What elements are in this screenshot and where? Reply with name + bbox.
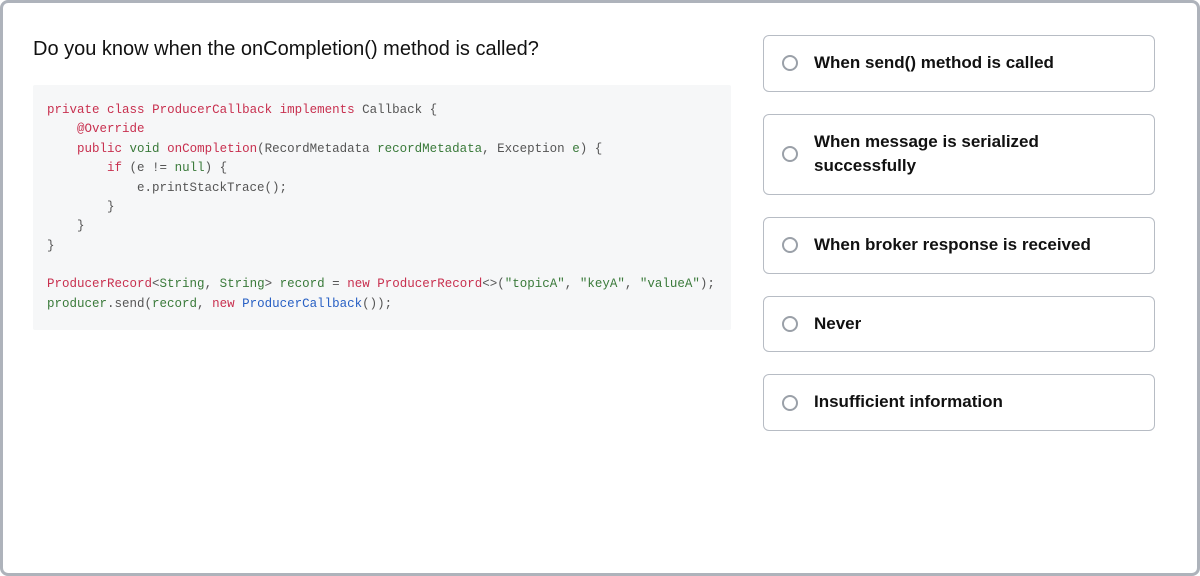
radio-icon <box>782 316 798 332</box>
option-1[interactable]: When message is serialized successfully <box>763 114 1155 195</box>
radio-icon <box>782 237 798 253</box>
quiz-card: Do you know when the onCompletion() meth… <box>0 0 1200 576</box>
radio-icon <box>782 146 798 162</box>
option-label: Insufficient information <box>814 390 1003 415</box>
option-4[interactable]: Insufficient information <box>763 374 1155 431</box>
radio-icon <box>782 55 798 71</box>
option-3[interactable]: Never <box>763 296 1155 353</box>
question-text: Do you know when the onCompletion() meth… <box>33 35 731 63</box>
option-label: When send() method is called <box>814 51 1054 76</box>
option-label: When message is serialized successfully <box>814 130 1136 179</box>
radio-icon <box>782 395 798 411</box>
option-label: When broker response is received <box>814 233 1091 258</box>
question-pane: Do you know when the onCompletion() meth… <box>33 35 731 541</box>
option-2[interactable]: When broker response is received <box>763 217 1155 274</box>
option-label: Never <box>814 312 861 337</box>
option-0[interactable]: When send() method is called <box>763 35 1155 92</box>
options-list: When send() method is called When messag… <box>763 35 1155 541</box>
code-snippet: private class ProducerCallback implement… <box>33 85 731 330</box>
